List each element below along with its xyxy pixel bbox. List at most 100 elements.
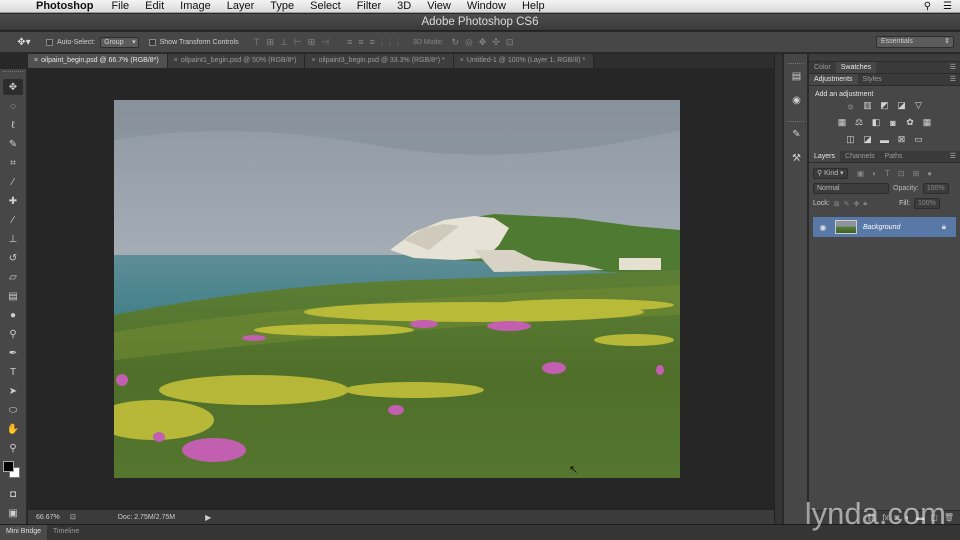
lasso-tool-icon[interactable]: ℓ (3, 117, 23, 133)
panel-grip[interactable] (3, 71, 23, 76)
status-menu-arrow-icon[interactable]: ▶ (205, 513, 211, 522)
tab-oilpaint1-begin[interactable]: × oilpaint1_begin.psd @ 50% (RGB/8*) (167, 54, 306, 68)
3d-roll-icon[interactable]: ◎ (465, 37, 473, 48)
eraser-tool-icon[interactable]: ▱ (3, 269, 23, 285)
brush-panel-icon[interactable]: ✎ (788, 126, 805, 142)
panel-menu-icon[interactable]: ☰ (950, 152, 956, 160)
path-selection-tool-icon[interactable]: ➤ (3, 383, 23, 399)
properties-panel-icon[interactable]: ◉ (788, 92, 805, 108)
threshold-icon[interactable]: ▬ (878, 134, 891, 145)
transform-controls-checkbox[interactable] (148, 38, 156, 46)
panel-menu-icon[interactable]: ☰ (950, 75, 956, 83)
gradient-tool-icon[interactable]: ▤ (3, 288, 23, 304)
menu-image[interactable]: Image (180, 0, 211, 12)
brightness-icon[interactable]: ☼ (844, 100, 857, 111)
tab-oilpaint-begin[interactable]: × oilpaint_begin.psd @ 66.7% (RGB/8*) (28, 54, 168, 68)
color-chips[interactable] (0, 459, 27, 483)
brush-tool-icon[interactable]: ∕ (3, 212, 23, 228)
menu-window[interactable]: Window (467, 0, 506, 12)
distribute-right-icon[interactable]: ⦙ (397, 37, 399, 48)
pen-tool-icon[interactable]: ✒ (3, 345, 23, 361)
tab-oilpaint3-begin[interactable]: × oilpaint3_begin.psd @ 33.3% (RGB/8*) * (305, 54, 454, 68)
panel-grip[interactable] (787, 116, 804, 122)
close-icon[interactable]: × (460, 57, 464, 64)
align-top-icon[interactable]: ⊤ (253, 37, 261, 48)
3d-drag-icon[interactable]: ✥ (479, 37, 487, 48)
menu-edit[interactable]: Edit (145, 0, 164, 12)
lock-transparent-icon[interactable]: ⊠ (834, 200, 840, 208)
align-vcenter-icon[interactable]: ⊞ (266, 37, 274, 48)
history-brush-tool-icon[interactable]: ↺ (3, 250, 23, 266)
tab-swatches[interactable]: Swatches (835, 62, 877, 73)
filter-shape-icon[interactable]: ⊡ (898, 169, 905, 178)
zoom-level-field[interactable]: 66.67% (36, 514, 66, 521)
tool-preset-picker[interactable]: ✥▾ (8, 35, 40, 50)
auto-select-dropdown[interactable]: Group (100, 36, 139, 48)
tab-paths[interactable]: Paths (880, 151, 908, 162)
posterize-icon[interactable]: ◪ (861, 134, 874, 145)
menu-help[interactable]: Help (522, 0, 545, 12)
gradient-map-icon[interactable]: ▭ (912, 134, 925, 145)
filter-toggle-icon[interactable]: ● (927, 169, 932, 178)
panel-menu-icon[interactable]: ☰ (950, 63, 956, 71)
lock-position-icon[interactable]: ✥ (853, 200, 859, 208)
menu-app-name[interactable]: Photoshop (36, 0, 93, 12)
brush-presets-icon[interactable]: ⚒ (788, 150, 805, 166)
close-icon[interactable]: × (34, 57, 38, 64)
menu-layer[interactable]: Layer (227, 0, 255, 12)
menu-filter[interactable]: Filter (357, 0, 381, 12)
tab-timeline[interactable]: Timeline (47, 525, 85, 540)
list-menu-icon[interactable]: ☰ (943, 1, 952, 12)
canvas-area[interactable]: ↖ (28, 68, 774, 509)
hue-saturation-icon[interactable]: ▦ (836, 117, 849, 128)
vibrance-icon[interactable]: ▽ (912, 100, 925, 111)
foreground-color-swatch[interactable] (3, 461, 14, 472)
history-panel-icon[interactable]: ▤ (788, 68, 805, 84)
layer-filter-select[interactable]: ⚲ Kind ▾ (813, 168, 848, 179)
workspace-switcher[interactable]: Essentials (876, 36, 954, 48)
canvas-scroll-track[interactable] (774, 54, 782, 524)
3d-slide-icon[interactable]: ✣ (492, 37, 500, 48)
blur-tool-icon[interactable]: ● (3, 307, 23, 323)
black-white-icon[interactable]: ◧ (870, 117, 883, 128)
fill-field[interactable]: 100% (913, 198, 940, 209)
auto-select-checkbox[interactable] (46, 38, 53, 46)
levels-icon[interactable]: ▥ (861, 100, 874, 111)
close-icon[interactable]: × (174, 57, 178, 64)
3d-rotate-icon[interactable]: ↻ (451, 37, 459, 48)
lock-pixels-icon[interactable]: ✎ (844, 200, 850, 208)
selective-color-icon[interactable]: ⊠ (895, 134, 908, 145)
lock-all-icon[interactable]: 🔒︎ (863, 200, 867, 208)
tab-layers[interactable]: Layers (809, 151, 841, 162)
menu-view[interactable]: View (427, 0, 451, 12)
screen-mode-icon[interactable]: ▣ (3, 505, 23, 521)
invert-icon[interactable]: ◫ (844, 134, 857, 145)
status-preview-icon[interactable]: ⊡ (70, 513, 76, 521)
visibility-eye-icon[interactable]: ◉ (813, 223, 833, 232)
distribute-bottom-icon[interactable]: ≡ (370, 37, 375, 48)
layer-row-background[interactable]: ◉ Background 🔒︎ (813, 217, 956, 237)
align-left-icon[interactable]: ⊢ (294, 37, 302, 48)
color-balance-icon[interactable]: ⚖ (853, 117, 866, 128)
panel-grip[interactable] (787, 58, 804, 64)
tab-channels[interactable]: Channels (840, 151, 880, 162)
eyedropper-tool-icon[interactable]: ⁄ (3, 174, 23, 190)
document-image[interactable] (114, 100, 680, 478)
hand-tool-icon[interactable]: ✋ (3, 421, 23, 437)
quick-select-tool-icon[interactable]: ✎ (3, 136, 23, 152)
tab-mini-bridge[interactable]: Mini Bridge (0, 525, 48, 540)
spotlight-search-icon[interactable]: ⚲ (924, 1, 931, 12)
filter-adjustment-icon[interactable]: ◐ (872, 169, 877, 178)
color-lookup-icon[interactable]: ▦ (921, 117, 934, 128)
opacity-field[interactable]: 100% (922, 183, 949, 194)
distribute-left-icon[interactable]: ⦙ (381, 37, 383, 48)
healing-brush-tool-icon[interactable]: ✚ (3, 193, 23, 209)
exposure-icon[interactable]: ◪ (895, 100, 908, 111)
tab-color[interactable]: Color (809, 62, 836, 73)
distribute-vcenter-icon[interactable]: ≡ (358, 37, 363, 48)
filter-type-icon[interactable]: T (885, 169, 890, 178)
marquee-tool-icon[interactable]: ◌ (3, 98, 23, 114)
ellipse-tool-icon[interactable]: ⬭ (3, 402, 23, 418)
curves-icon[interactable]: ◩ (878, 100, 891, 111)
distribute-top-icon[interactable]: ≡ (347, 37, 352, 48)
